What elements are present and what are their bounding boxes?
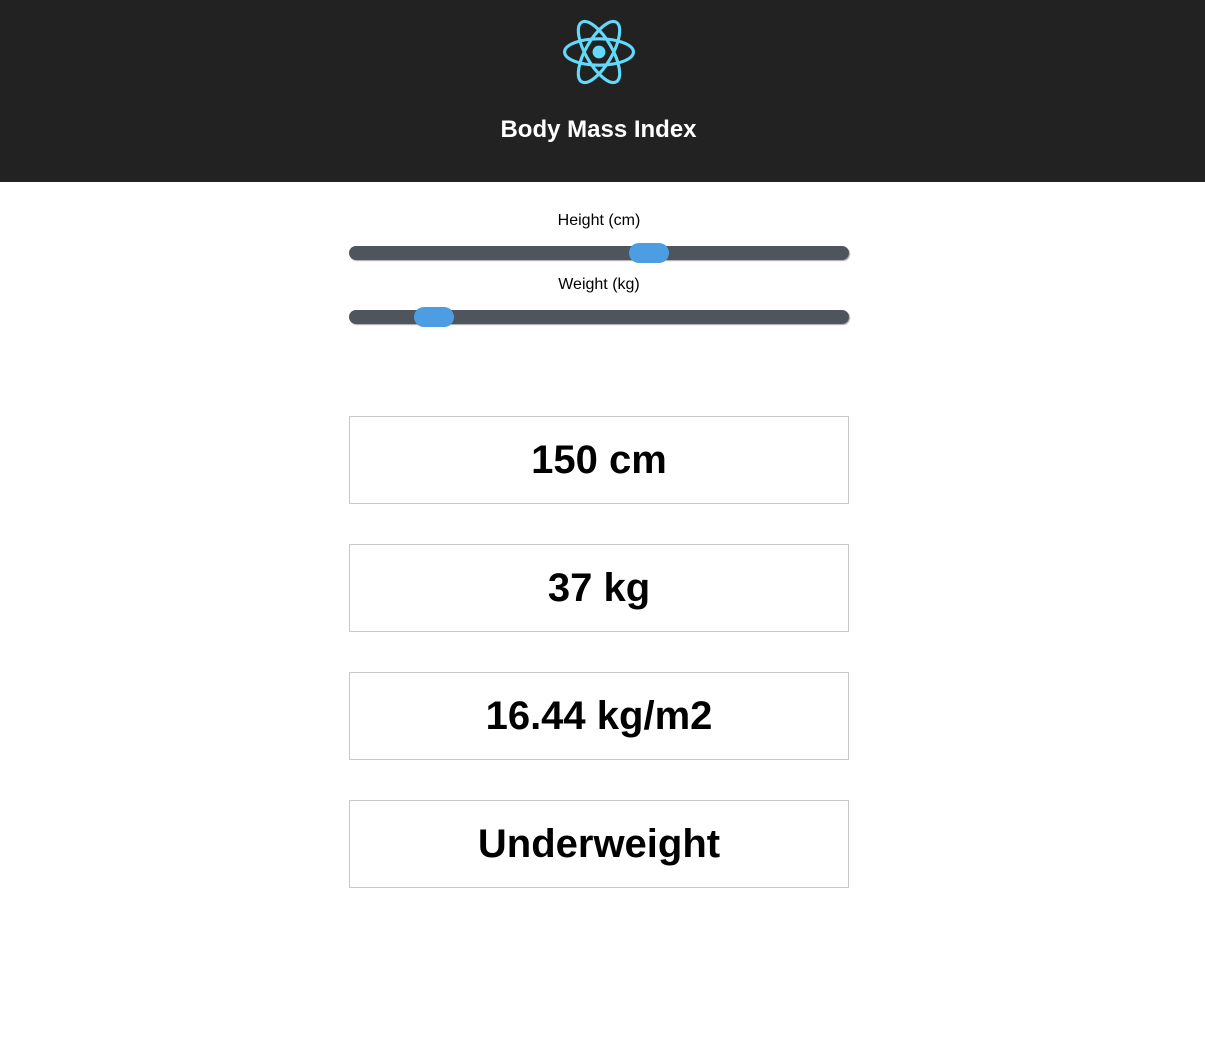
bmi-result: 16.44 kg/m2 [349, 672, 849, 760]
height-result: 150 cm [349, 416, 849, 504]
weight-result: 37 kg [349, 544, 849, 632]
weight-slider[interactable] [349, 307, 849, 327]
react-logo-icon [563, 19, 635, 85]
height-slider-label: Height (cm) [557, 212, 641, 229]
bmi-category-result: Underweight [349, 800, 849, 888]
height-slider[interactable] [349, 243, 849, 263]
weight-slider-thumb[interactable] [414, 307, 454, 327]
height-slider-track[interactable] [349, 246, 849, 260]
app-header: Body Mass Index [0, 0, 1205, 182]
weight-slider-label: Weight (kg) [558, 276, 640, 293]
height-slider-thumb[interactable] [629, 243, 669, 263]
app-title: Body Mass Index [500, 116, 697, 143]
